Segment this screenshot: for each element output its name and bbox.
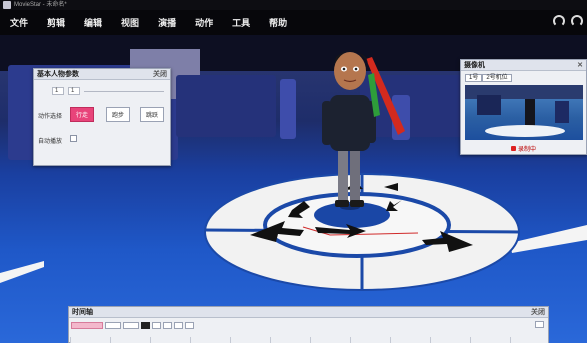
menu-file[interactable]: 文件: [10, 16, 28, 29]
camera-panel: 摄像机 ✕ 1号 2号机位 录制中: [460, 59, 587, 155]
timeline-ruler[interactable]: [70, 337, 548, 343]
pose-jump-button[interactable]: 跳跃: [140, 107, 164, 122]
undo-icon[interactable]: [553, 15, 565, 27]
timeline-close-button[interactable]: 关闭: [531, 307, 545, 317]
pose-walk-button[interactable]: 行走: [70, 107, 94, 122]
camera-panel-close-button[interactable]: ✕: [577, 61, 583, 69]
param-field-2[interactable]: 1: [68, 87, 80, 95]
param-slider-track[interactable]: [84, 91, 164, 92]
prev-frame-icon[interactable]: [152, 322, 161, 329]
play-icon[interactable]: [163, 322, 172, 329]
timeline-title: 时间轴: [72, 309, 93, 316]
action-panel-header: 基本人物参数 关闭: [34, 69, 170, 80]
window-controls: [553, 15, 583, 27]
camera-status-text: 录制中: [518, 147, 537, 153]
pose-run-label: 跑步: [111, 113, 124, 119]
camera-tab-2[interactable]: 2号机位: [482, 74, 512, 82]
menu-stage[interactable]: 演播: [158, 16, 176, 29]
camera-panel-title: 摄像机: [464, 62, 485, 69]
menu-help[interactable]: 帮助: [269, 16, 287, 29]
camera-status: 录制中: [511, 144, 536, 153]
stop-icon[interactable]: [141, 322, 150, 329]
camera-tab-1[interactable]: 1号: [465, 74, 483, 82]
pose-label: 动作选择: [38, 114, 63, 120]
menu-tools[interactable]: 工具: [232, 16, 250, 29]
pose-walk-label: 行走: [75, 113, 88, 119]
pose-jump-label: 跳跃: [145, 113, 158, 119]
menu-action[interactable]: 动作: [195, 16, 213, 29]
timeline-header: 时间轴 关闭: [69, 307, 548, 318]
scene-viewport[interactable]: 基本人物参数 关闭 1 1 动作选择 行走 跑步 跳跃 自动播放 摄像机 ✕ 1…: [0, 35, 587, 343]
window-titlebar: MovieStar - 未命名*: [0, 0, 587, 10]
next-frame-icon[interactable]: [174, 322, 183, 329]
timeline-controls: [71, 321, 194, 330]
redo-icon[interactable]: [571, 15, 583, 27]
timeline-settings-icon[interactable]: [535, 321, 544, 328]
menu-clip[interactable]: 剪辑: [47, 16, 65, 29]
floor-edge-stripe: [0, 261, 44, 283]
autoplay-checkbox[interactable]: [70, 135, 77, 142]
action-panel-title: 基本人物参数: [37, 71, 79, 78]
action-panel-close-button[interactable]: 关闭: [153, 69, 167, 79]
menu-view[interactable]: 视图: [121, 16, 139, 29]
menu-edit[interactable]: 编辑: [84, 16, 102, 29]
window-title: MovieStar - 未命名*: [14, 2, 67, 8]
camera-panel-header: 摄像机 ✕: [461, 60, 586, 71]
floor-edge-stripe: [510, 225, 587, 253]
loop-icon[interactable]: [185, 322, 194, 329]
autoplay-label: 自动播放: [38, 139, 63, 145]
param-field-1[interactable]: 1: [52, 87, 64, 95]
timeline-panel: 时间轴 关闭: [68, 306, 549, 343]
menu-bar: 文件 剪辑 编辑 视图 演播 动作 工具 帮助: [0, 10, 587, 35]
timeline-field[interactable]: [123, 322, 139, 329]
pose-run-button[interactable]: 跑步: [106, 107, 130, 122]
camera-preview[interactable]: [465, 85, 583, 140]
timeline-track-color[interactable]: [71, 322, 103, 329]
record-icon: [511, 146, 516, 151]
app-icon: [3, 1, 11, 9]
camera-tabs: 1号 2号机位: [465, 74, 512, 82]
timeline-field[interactable]: [105, 322, 121, 329]
action-panel: 基本人物参数 关闭 1 1 动作选择 行走 跑步 跳跃 自动播放: [33, 68, 171, 166]
